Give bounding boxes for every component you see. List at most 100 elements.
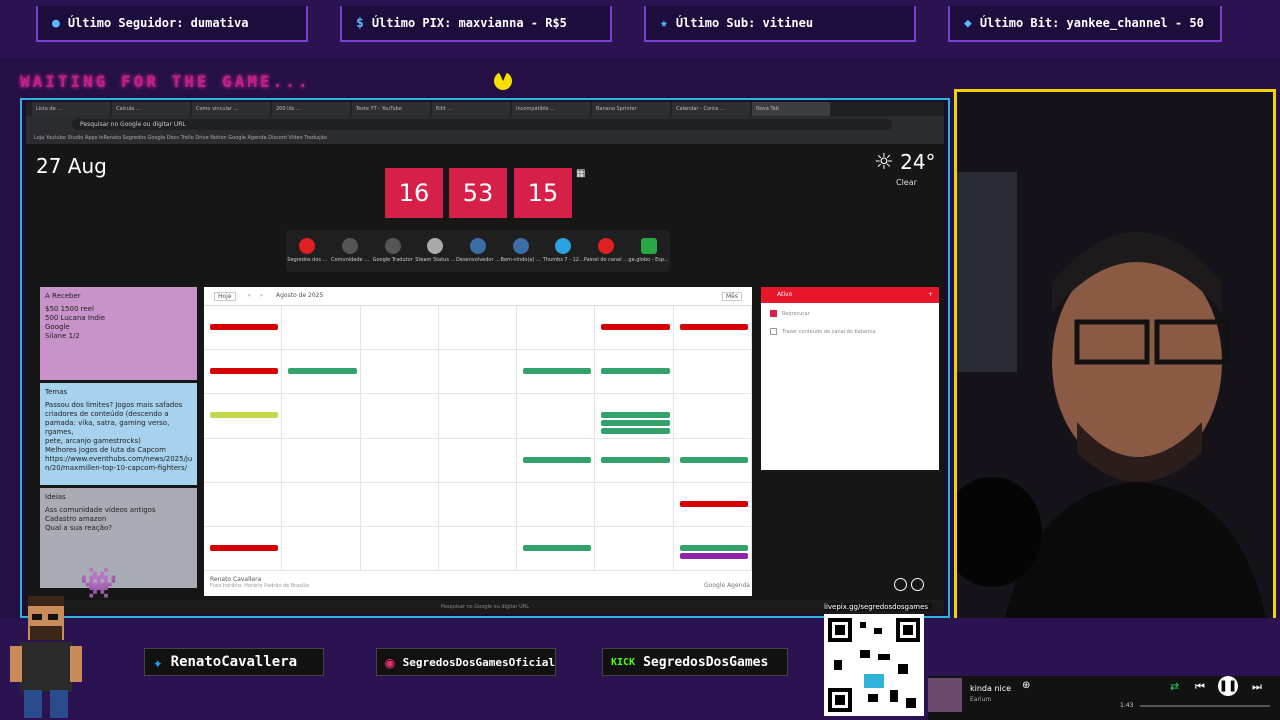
browser-tab[interactable]: Edit ... [432,102,510,116]
checkbox[interactable] [770,328,777,335]
shortcut-tile[interactable]: Painel do canal ... [584,230,628,272]
view-selector[interactable]: Mês [722,292,742,301]
shortcut-tile[interactable]: Segredos dos ... [287,230,327,272]
address-bar[interactable]: Pesquisar no Google ou digitar URL [72,119,892,130]
browser-tab-active[interactable]: Nova Tab [752,102,830,116]
checkbox-checked[interactable] [770,310,777,317]
calendar-day-cell[interactable] [517,394,596,439]
calendar-event[interactable] [210,324,279,330]
calendar-day-cell[interactable] [204,306,283,351]
calendar-day-cell[interactable] [282,526,361,571]
instagram-handle[interactable]: ◉ SegredosDosGamesOficial [376,648,556,676]
next-month-icon[interactable]: › [260,292,262,299]
calendar-day-cell[interactable] [673,306,752,351]
calendar-day-cell[interactable] [595,482,674,527]
calendar-day-cell[interactable] [673,350,752,395]
task-item[interactable]: Trazer conteúdo de canal do Katarina [770,328,875,335]
shortcut-tile[interactable]: Steam Status ... [415,230,455,272]
calendar-event[interactable] [210,368,279,375]
kick-handle[interactable]: KICK SegredosDosGames [602,648,788,676]
bookmarks-bar[interactable]: Loja Youtube Studio Apps InRenato Segred… [26,132,944,144]
calendar-day-cell[interactable] [517,306,596,351]
dot-icon[interactable] [911,578,924,591]
calendar-event[interactable] [679,324,748,330]
calendar-event[interactable] [679,552,748,559]
calendar-day-cell[interactable] [282,306,361,351]
calendar-event[interactable] [601,428,670,435]
calendar-day-cell[interactable] [204,438,283,483]
calendar-day-cell[interactable] [595,394,674,439]
shortcut-tile[interactable]: Bem-vindo(a) ... [501,230,541,272]
calendar-day-cell[interactable] [204,394,283,439]
calendar-day-cell[interactable] [673,482,752,527]
dot-icon[interactable] [894,578,907,591]
calendar-day-cell[interactable] [438,306,518,351]
calendar-day-cell[interactable] [438,350,518,395]
calendar-event[interactable] [210,544,279,551]
calendar-day-cell[interactable] [360,482,439,527]
calendar-day-cell[interactable] [360,350,439,395]
calendar-day-cell[interactable] [438,482,518,527]
calendar-day-cell[interactable] [517,526,596,571]
calendar-event[interactable] [523,544,592,551]
calendar-day-cell[interactable] [282,482,361,527]
browser-tab[interactable]: Teste YT - YouTube [352,102,430,116]
calendar-event[interactable] [679,544,748,551]
calendar-day-cell[interactable] [282,350,361,395]
calendar-event[interactable] [601,412,670,419]
calendar-day-cell[interactable] [438,526,518,571]
shortcut-tile[interactable]: Desenvolvedor ... [456,230,500,272]
task-item[interactable]: Reprocurar [770,310,810,317]
calendar-event[interactable] [601,456,670,463]
calendar-event[interactable] [210,412,279,419]
calendar-day-cell[interactable] [282,438,361,483]
calendar-day-cell[interactable] [438,438,518,483]
pause-button[interactable]: ❚❚ [1218,676,1238,696]
calendar-day-cell[interactable] [517,350,596,395]
shortcut-tile[interactable]: Google Tradutor [373,230,413,272]
twitter-handle[interactable]: ✦ RenatoCavallera [144,648,324,676]
shortcut-tile[interactable]: Thumbs 7 - 12... [543,230,584,272]
calendar-event[interactable] [679,500,748,507]
calendar-day-cell[interactable] [673,394,752,439]
shuffle-icon[interactable]: ⇄ [1170,680,1179,693]
calendar-day-cell[interactable] [595,438,674,483]
calendar-day-cell[interactable] [673,526,752,571]
calendar-event[interactable] [601,324,670,330]
browser-tab[interactable]: Incompatible ... [512,102,590,116]
calendar-day-cell[interactable] [204,350,283,395]
calendar-day-cell[interactable] [438,394,518,439]
calendar-day-cell[interactable] [595,306,674,351]
note-temas[interactable]: Temas Passou dos limites? Jogos mais saf… [40,383,197,485]
progress-bar[interactable] [1140,705,1270,707]
browser-tab[interactable]: 200 ids ... [272,102,350,116]
prev-month-icon[interactable]: ‹ [248,292,250,299]
browser-tab[interactable]: Banana Sprinter [592,102,670,116]
calendar-day-cell[interactable] [360,526,439,571]
calendar-day-cell[interactable] [595,350,674,395]
browser-tab[interactable]: Calendar - Conta ... [672,102,750,116]
calendar-event[interactable] [601,420,670,427]
calendar-day-cell[interactable] [204,526,283,571]
google-agenda-logo[interactable]: Google Agenda [704,582,750,589]
calendar-day-cell[interactable] [204,482,283,527]
shortcut-tile[interactable]: ge.globo - Esp... [628,230,669,272]
add-task-icon[interactable]: + [928,287,933,303]
calendar-event[interactable] [523,456,592,463]
previous-icon[interactable]: ⏮ [1195,680,1205,694]
calendar-event[interactable] [601,368,670,375]
calendar-event[interactable] [523,368,592,375]
calendar-day-cell[interactable] [282,394,361,439]
calendar-day-cell[interactable] [517,482,596,527]
calendar-event[interactable] [288,368,357,375]
calendar-day-cell[interactable] [595,526,674,571]
calendar-day-cell[interactable] [673,438,752,483]
add-icon[interactable]: ⊕ [1022,680,1030,691]
calendar-day-cell[interactable] [517,438,596,483]
calendar-day-cell[interactable] [360,438,439,483]
next-icon[interactable]: ⏭ [1252,680,1262,694]
calendar-day-cell[interactable] [360,394,439,439]
calendar-day-cell[interactable] [360,306,439,351]
note-a-receber[interactable]: A Receber $50 1500 reel 500 Lucana Indie… [40,287,197,380]
apps-grid-icon[interactable]: ▦ [576,168,585,179]
